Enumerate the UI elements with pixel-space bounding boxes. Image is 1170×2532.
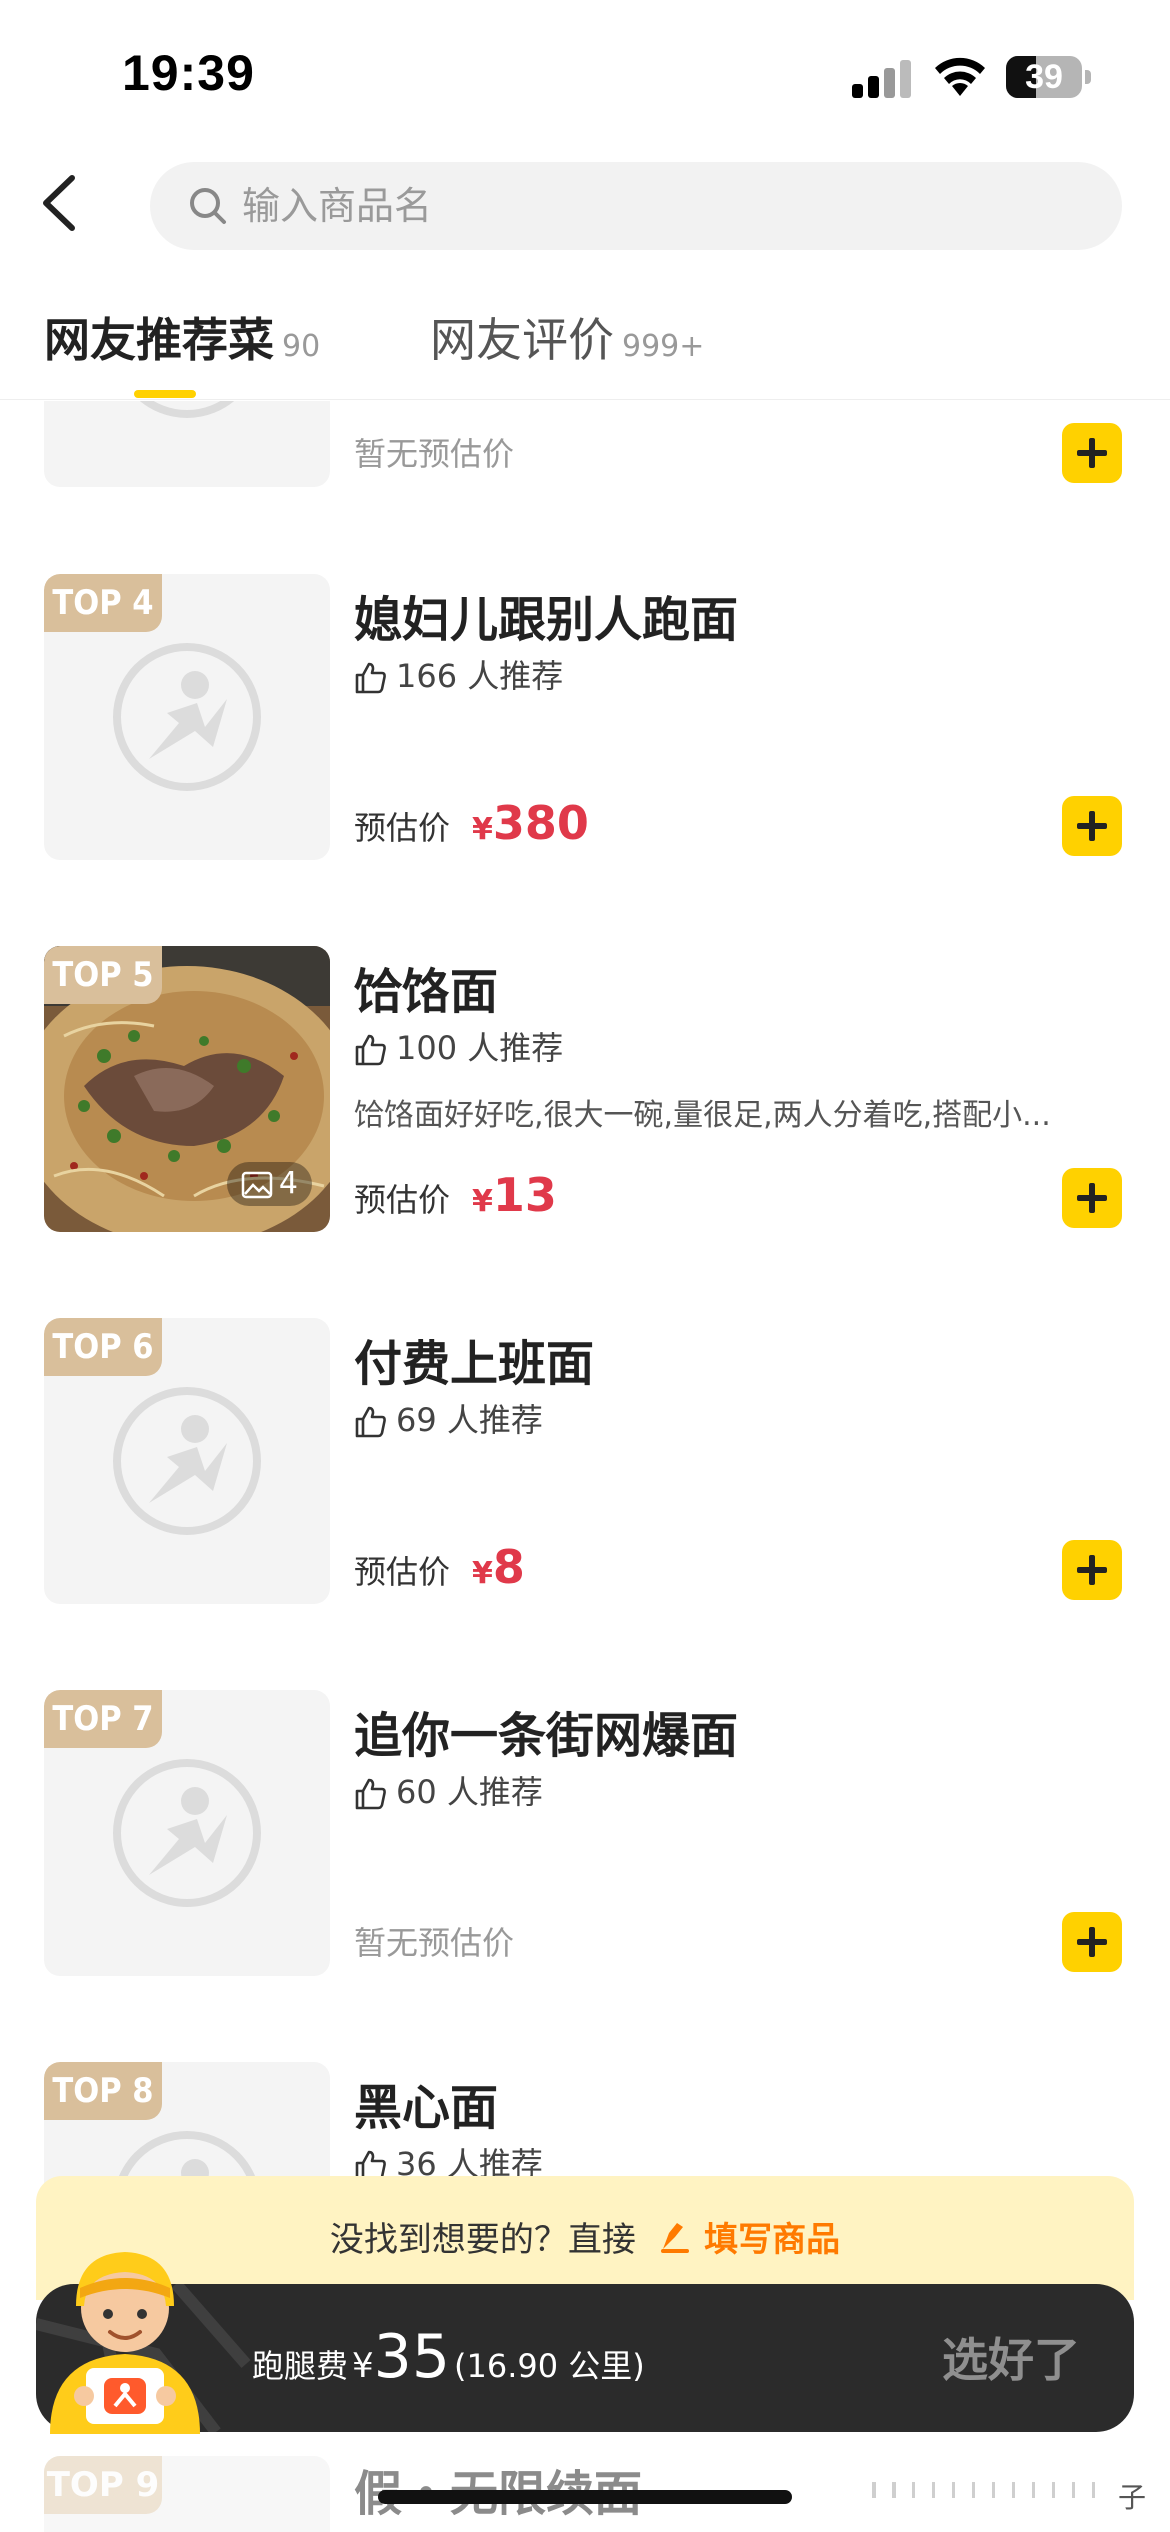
list-item[interactable]: TOP 4 媳妇儿跟别人跑面 166 人推荐 预估价 ¥380 bbox=[0, 574, 1170, 860]
rank-badge: TOP 6 bbox=[44, 1318, 162, 1376]
fee-value: 35 bbox=[373, 2322, 451, 2392]
dish-name[interactable]: 付费上班面 bbox=[354, 1324, 594, 1394]
tab-count: 90 bbox=[282, 329, 321, 364]
thumbs-up-icon bbox=[355, 1778, 386, 1810]
runner-logo-icon bbox=[139, 401, 235, 418]
thumbs-up-icon bbox=[355, 1406, 386, 1438]
add-button[interactable] bbox=[1062, 1912, 1122, 1972]
price-currency: ¥ bbox=[472, 1184, 493, 1219]
fee-label: 跑腿费 bbox=[252, 2347, 349, 2385]
no-price-text: 暂无预估价 bbox=[354, 1924, 515, 1962]
no-price-text: 暂无预估价 bbox=[354, 435, 515, 473]
price-row: 预估价 ¥380 bbox=[354, 796, 589, 856]
dish-thumbnail[interactable]: TOP 6 bbox=[44, 1318, 330, 1604]
search-icon bbox=[190, 188, 226, 224]
list-item[interactable]: TOP 7 追你一条街网爆面 60 人推荐 暂无预估价 bbox=[0, 1690, 1170, 1976]
dish-thumbnail[interactable]: TOP 4 bbox=[44, 574, 330, 860]
recommend-count: 166 人推荐 bbox=[354, 654, 563, 698]
recommend-count: 69 人推荐 bbox=[354, 1398, 543, 1442]
truncated-text: 子 bbox=[1118, 2481, 1147, 2514]
rank-badge: TOP 4 bbox=[44, 574, 162, 632]
dish-photo[interactable]: TOP 5 4 bbox=[44, 946, 330, 1232]
battery-level: 39 bbox=[1025, 58, 1063, 96]
courier-mascot-icon bbox=[50, 2252, 200, 2434]
runner-logo-icon bbox=[113, 643, 261, 791]
status-time: 19:39 bbox=[122, 45, 255, 101]
delivery-fee: 跑腿费 ¥35 (16.90 公里) bbox=[252, 2322, 645, 2392]
dish-name[interactable]: 黑心面 bbox=[354, 2068, 498, 2138]
fee-distance: (16.90 公里) bbox=[454, 2347, 645, 2385]
list-item[interactable]: TOP 6 付费上班面 69 人推荐 预估价 ¥8 bbox=[0, 1318, 1170, 1604]
price-value: 380 bbox=[492, 796, 589, 850]
not-found-text: 没找到想要的？直接 bbox=[329, 2220, 636, 2260]
cellular-signal-icon bbox=[852, 58, 912, 98]
recommend-count: 60 人推荐 bbox=[354, 1770, 543, 1814]
tab-label: 网友评价 bbox=[430, 313, 614, 367]
rank-badge: TOP 8 bbox=[44, 2062, 162, 2120]
recommend-count-text: 166 人推荐 bbox=[396, 657, 564, 695]
list-item[interactable]: TOP 5 4 饸饹面 100 人推荐 饸饹面好好吃,很大一碗,量很足,两人分着… bbox=[0, 946, 1170, 1232]
price-row: 预估价 ¥13 bbox=[354, 1168, 557, 1228]
price-row: 预估价 ¥8 bbox=[354, 1540, 525, 1600]
battery-icon: 39 bbox=[1006, 56, 1082, 98]
list-item[interactable]: 暂无预估价 bbox=[0, 401, 1170, 487]
tab-label: 网友推荐菜 bbox=[44, 313, 274, 367]
add-button[interactable] bbox=[1062, 796, 1122, 856]
faded-text-fragment bbox=[872, 2482, 1095, 2498]
dish-name[interactable]: 饸饹面 bbox=[354, 952, 498, 1022]
tab-count: 999+ bbox=[622, 329, 705, 364]
thumbs-up-icon bbox=[355, 662, 386, 694]
price-label: 预估价 bbox=[354, 1553, 451, 1591]
dish-name[interactable]: 假・无限续面 bbox=[354, 2454, 642, 2524]
home-indicator[interactable] bbox=[378, 2490, 792, 2504]
search-box[interactable]: 输入商品名 bbox=[150, 162, 1122, 250]
runner-logo-icon bbox=[113, 1759, 261, 1907]
price-currency: ¥ bbox=[472, 1556, 493, 1591]
photo-count[interactable]: 4 bbox=[226, 1162, 312, 1206]
done-button[interactable]: 选好了 bbox=[942, 2324, 1080, 2390]
review-snippet[interactable]: 饸饹面好好吃,很大一碗,量很足,两人分着吃,搭配小... bbox=[354, 1090, 1124, 1134]
back-arrow-icon[interactable] bbox=[36, 168, 86, 238]
fee-currency: ¥ bbox=[352, 2346, 374, 2386]
photo-count-text: 4 bbox=[278, 1166, 298, 1201]
wifi-icon bbox=[935, 57, 985, 96]
active-tab-indicator bbox=[134, 390, 196, 398]
fill-in-item-link[interactable]: 填写商品 bbox=[704, 2220, 840, 2260]
add-button[interactable] bbox=[1062, 423, 1122, 483]
battery-tip bbox=[1085, 70, 1091, 84]
rank-badge: TOP 7 bbox=[44, 1690, 162, 1748]
tab-reviews[interactable]: 网友评价 999+ bbox=[430, 304, 704, 374]
price-label: 预估价 bbox=[354, 809, 451, 847]
search-input[interactable]: 输入商品名 bbox=[242, 162, 432, 250]
tab-bar: 网友推荐菜 90 网友评价 999+ bbox=[0, 290, 1170, 400]
dish-name[interactable]: 追你一条街网爆面 bbox=[354, 1696, 738, 1766]
price-currency: ¥ bbox=[472, 812, 493, 847]
add-button[interactable] bbox=[1062, 1540, 1122, 1600]
price-value: 8 bbox=[492, 1540, 525, 1594]
dish-thumbnail[interactable]: TOP 7 bbox=[44, 1690, 330, 1976]
recommend-count-text: 69 人推荐 bbox=[396, 1401, 543, 1439]
tab-recommended-dishes[interactable]: 网友推荐菜 90 bbox=[44, 304, 320, 374]
add-button[interactable] bbox=[1062, 1168, 1122, 1228]
recommend-count: 100 人推荐 bbox=[354, 1026, 563, 1070]
image-icon bbox=[241, 1171, 273, 1199]
rank-badge: TOP 5 bbox=[44, 946, 162, 1004]
pencil-icon bbox=[661, 2222, 689, 2253]
dish-name[interactable]: 媳妇儿跟别人跑面 bbox=[354, 580, 738, 650]
status-bar: 19:39 39 bbox=[0, 0, 1170, 150]
recommend-count-text: 60 人推荐 bbox=[396, 1773, 543, 1811]
thumbs-up-icon bbox=[355, 1034, 386, 1066]
rank-badge: TOP 9 bbox=[44, 2456, 162, 2514]
page: 19:39 39 输入商品名 网友推荐菜 90 网友评价 999+ 暂无预估价 … bbox=[0, 0, 1170, 2532]
price-value: 13 bbox=[492, 1168, 557, 1222]
recommend-count-text: 100 人推荐 bbox=[396, 1029, 564, 1067]
dish-thumbnail[interactable] bbox=[44, 401, 330, 487]
price-label: 预估价 bbox=[354, 1181, 451, 1219]
runner-logo-icon bbox=[113, 1387, 261, 1535]
